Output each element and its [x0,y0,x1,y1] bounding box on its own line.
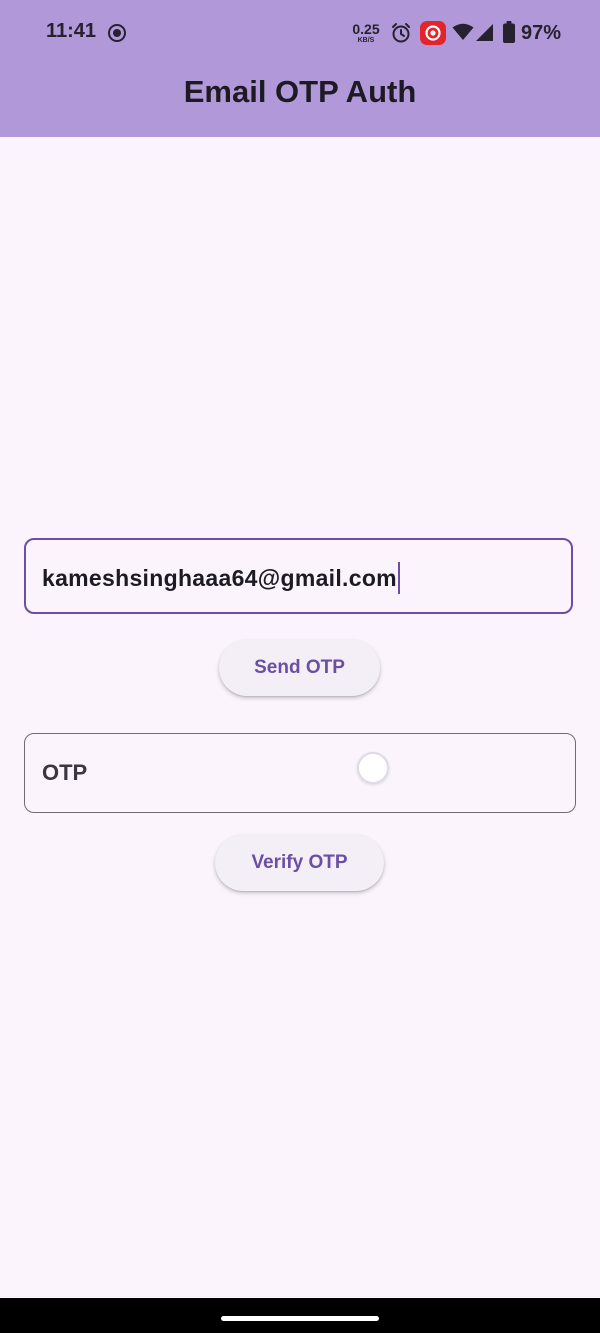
alarm-icon [390,22,412,49]
cast-icon [420,21,446,50]
otp-input[interactable]: OTP [24,733,576,813]
loading-spinner-icon [357,752,389,784]
network-speed: 0.25 KB/S [350,22,382,44]
home-gesture-handle[interactable] [221,1316,379,1321]
battery-icon [503,21,515,48]
verify-otp-button[interactable]: Verify OTP [215,835,384,891]
status-bar: 11:41 0.25 KB/S 97% [0,0,600,66]
text-cursor [397,562,400,594]
otp-input-placeholder: OTP [42,760,88,785]
status-time: 11:41 [46,20,97,42]
screen-record-icon [107,23,127,43]
system-navigation-bar [0,1298,600,1333]
network-speed-unit: KB/S [357,37,375,44]
signal-icon [475,23,494,47]
page-title: Email OTP Auth [183,74,417,109]
app-bar: 11:41 0.25 KB/S 97% Email OTP Auth [0,0,600,137]
email-input[interactable]: kameshsinghaaa64@gmail.com [24,538,573,614]
send-otp-button[interactable]: Send OTP [219,640,380,696]
wifi-icon [452,23,474,46]
network-speed-value: 0.25 [352,21,380,37]
battery-percentage: 97% [521,22,562,44]
email-text: kameshsinghaaa64@gmail.com [42,565,397,592]
email-input-value[interactable]: kameshsinghaaa64@gmail.com [42,562,400,596]
